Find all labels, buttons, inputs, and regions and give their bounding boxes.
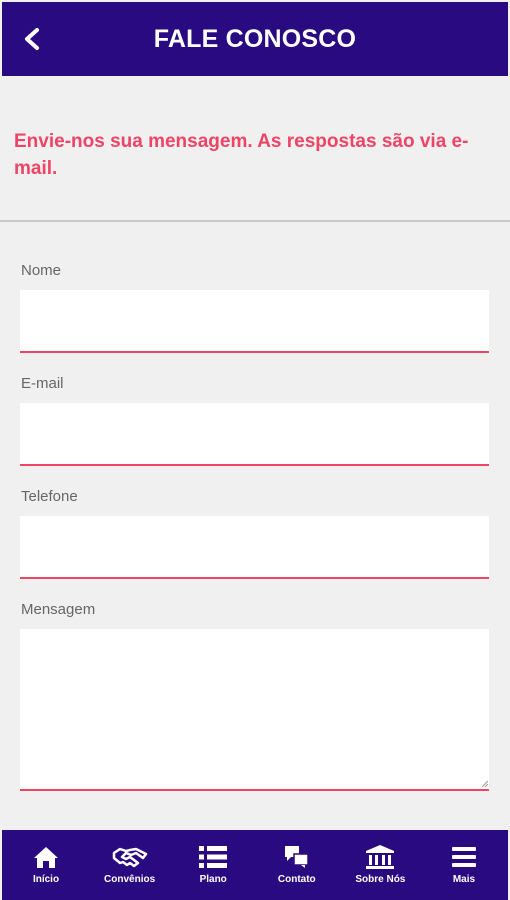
intro-text: Envie-nos sua mensagem. As respostas são…: [14, 131, 469, 179]
nav-label: Sobre Nós: [355, 874, 406, 885]
app-header: FALE CONOSCO: [2, 2, 508, 76]
nav-label: Plano: [199, 874, 227, 885]
name-label: Nome: [21, 262, 62, 279]
nav-label: Início: [32, 874, 60, 885]
intro-section: Envie-nos sua mensagem. As respostas são…: [0, 76, 510, 222]
bank-icon: [366, 845, 395, 869]
email-field[interactable]: [20, 403, 489, 466]
email-label: E-mail: [21, 375, 64, 392]
page-title: FALE CONOSCO: [153, 24, 357, 53]
nav-item-sobre-nos[interactable]: Sobre Nós: [340, 844, 420, 885]
chevron-left-icon: [25, 28, 39, 50]
message-field[interactable]: [20, 629, 489, 791]
menu-icon: [451, 847, 476, 867]
nav-item-convenios[interactable]: Convênios: [90, 844, 170, 885]
nav-label: Mais: [452, 874, 476, 885]
resize-handle-icon[interactable]: [481, 780, 488, 787]
name-field[interactable]: [20, 290, 489, 353]
nav-item-plano[interactable]: Plano: [173, 844, 253, 885]
nav-item-contato[interactable]: Contato: [257, 844, 337, 885]
message-label: Mensagem: [21, 601, 96, 618]
list-icon: [199, 846, 228, 868]
chat-icon: [284, 846, 309, 868]
bottom-nav: Início Convênios Plano Contato Sobre Nós…: [2, 830, 508, 900]
nav-item-mais[interactable]: Mais: [424, 844, 504, 885]
handshake-icon: [112, 847, 147, 868]
nav-item-inicio[interactable]: Início: [6, 844, 86, 885]
phone-field[interactable]: [20, 516, 489, 579]
home-icon: [34, 847, 58, 868]
nav-label: Convênios: [104, 874, 156, 885]
phone-label: Telefone: [21, 488, 78, 505]
nav-label: Contato: [277, 874, 316, 885]
back-button[interactable]: [18, 24, 46, 54]
